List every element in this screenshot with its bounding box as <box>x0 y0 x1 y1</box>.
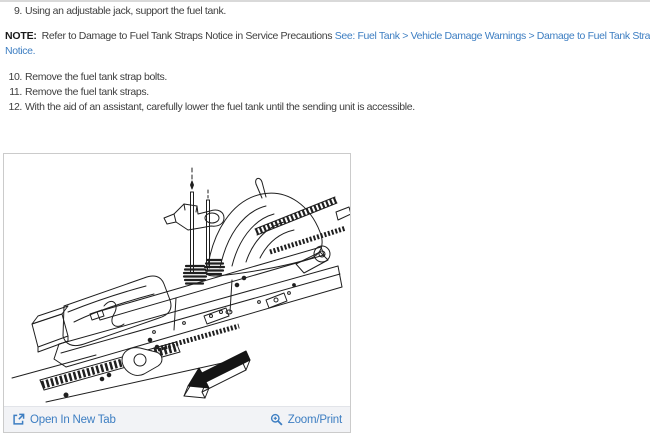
step-number: 10. <box>8 71 22 83</box>
step-text: With the aid of an assistant, carefully … <box>25 101 415 113</box>
figure-panel: Open In New Tab Zoom/Print <box>3 153 351 433</box>
step-text: Remove the fuel tank straps. <box>25 86 149 98</box>
step-text: Using an adjustable jack, support the fu… <box>25 5 226 17</box>
step-text: Remove the fuel tank strap bolts. <box>25 71 167 83</box>
figure-toolbar: Open In New Tab Zoom/Print <box>4 406 350 432</box>
jack-rods <box>190 167 210 273</box>
fuel-tank-outline <box>62 275 172 347</box>
figure-canvas[interactable] <box>4 154 350 406</box>
open-in-new-tab-link[interactable]: Open In New Tab <box>12 413 116 426</box>
step-item: 9. Using an adjustable jack, support the… <box>5 4 650 19</box>
reference-link-line1[interactable]: See: Fuel Tank > Vehicle Damage Warnings… <box>335 30 650 42</box>
step-number: 9. <box>13 5 22 17</box>
frame-rail-near <box>53 265 343 368</box>
note-body: Refer to Damage to Fuel Tank Straps Noti… <box>41 30 333 42</box>
open-in-new-tab-icon <box>13 413 25 425</box>
note-label: NOTE: <box>5 30 37 42</box>
reference-link-line2[interactable]: Notice. <box>5 45 36 57</box>
zoom-print-link[interactable]: Zoom/Print <box>270 413 342 426</box>
zoom-in-icon <box>270 413 283 426</box>
direction-arrow <box>183 350 251 399</box>
step-item: 11. Remove the fuel tank straps. <box>5 85 650 100</box>
step-item: 10. Remove the fuel tank strap bolts. <box>5 70 650 85</box>
zoom-print-label[interactable]: Zoom/Print <box>288 414 342 426</box>
instructions-block: 9. Using an adjustable jack, support the… <box>0 2 650 115</box>
mount-bracket <box>121 347 163 376</box>
note-paragraph: NOTE: Refer to Damage to Fuel Tank Straps… <box>5 29 650 59</box>
chassis-fuel-tank-diagram <box>11 167 350 403</box>
step-number: 12. <box>8 101 22 113</box>
canister-box <box>31 305 69 353</box>
step-item: 12. With the aid of an assistant, carefu… <box>5 100 650 115</box>
step-number: 11. <box>9 86 22 98</box>
frame-rail-far <box>96 246 325 321</box>
open-in-new-tab-label[interactable]: Open In New Tab <box>30 414 116 426</box>
